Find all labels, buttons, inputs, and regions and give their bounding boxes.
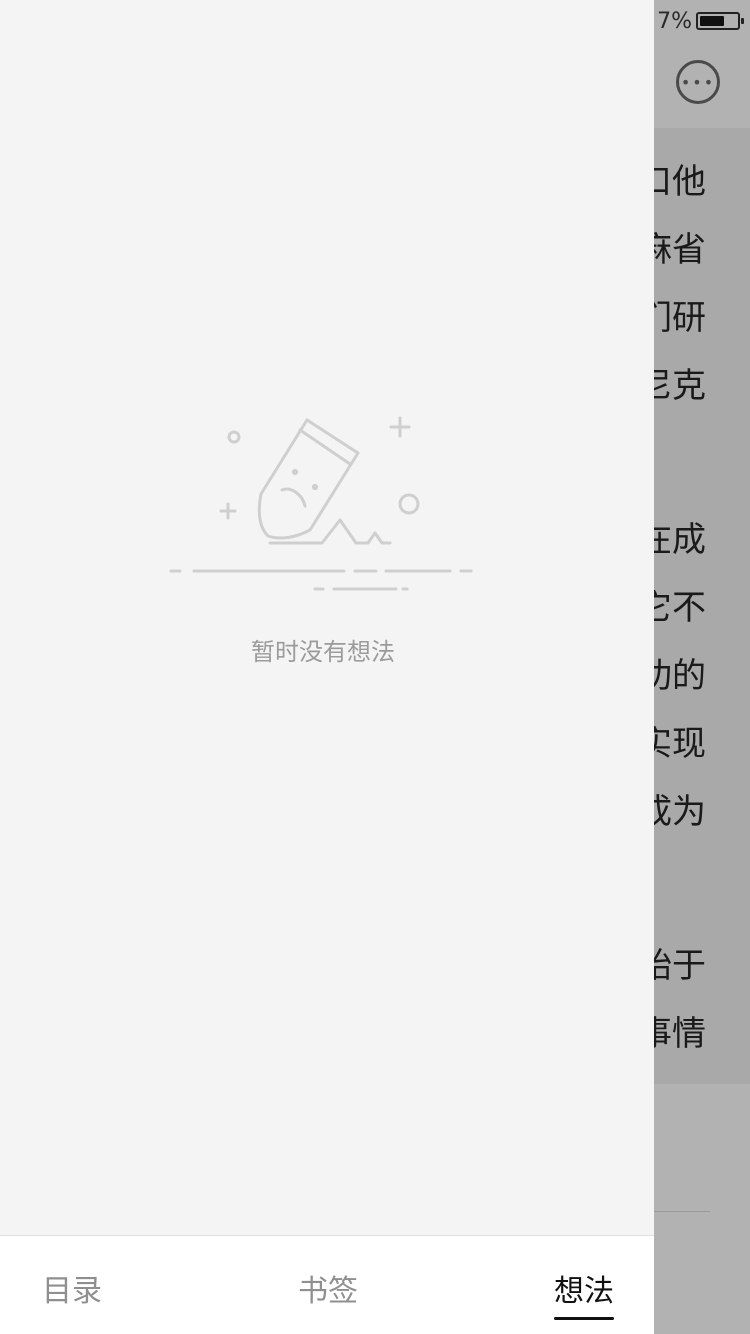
active-tab-indicator	[554, 1317, 614, 1320]
more-options-button[interactable]: •••	[676, 60, 720, 104]
more-horizontal-circle-icon: •••	[680, 72, 716, 92]
tab-thoughts-label: 想法	[554, 1274, 614, 1309]
tab-bookmarks[interactable]: 书签	[298, 1266, 358, 1310]
side-drawer: 暂时没有想法 目录 书签 想法	[0, 0, 654, 1334]
drawer-tab-bar: 目录 书签 想法	[0, 1235, 654, 1334]
empty-state-message: 暂时没有想法	[251, 638, 395, 666]
sad-pen-icon	[169, 416, 473, 591]
battery-icon	[696, 12, 744, 30]
tab-thoughts[interactable]: 想法	[554, 1266, 614, 1320]
battery-level	[700, 16, 724, 26]
status-bar: 7%	[657, 6, 744, 36]
battery-percentage: 7%	[657, 8, 692, 34]
divider	[654, 1211, 710, 1212]
tab-contents[interactable]: 目录	[42, 1266, 102, 1310]
